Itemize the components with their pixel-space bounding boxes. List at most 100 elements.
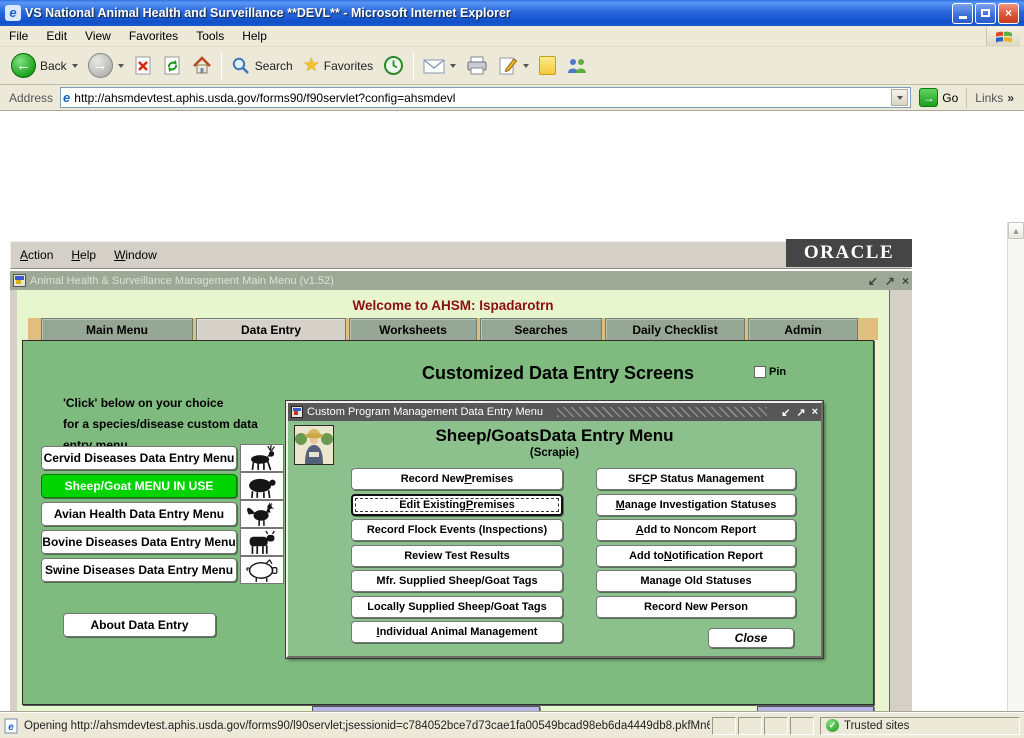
print-button[interactable]	[461, 50, 493, 82]
mdi-minimize-icon[interactable]: ↙	[868, 274, 878, 288]
dialog-minimize-icon[interactable]: ↙	[781, 406, 790, 419]
mdi-restore-icon[interactable]: ↗	[885, 274, 895, 288]
swine-menu-button[interactable]: Swine Diseases Data Entry Menu	[41, 558, 237, 582]
mail-dropdown-icon[interactable]	[450, 64, 456, 68]
favorites-button[interactable]: ★ Favorites	[298, 50, 378, 82]
pin-checkbox[interactable]	[754, 366, 766, 378]
menu-window[interactable]: Window	[105, 248, 166, 262]
edit-icon	[498, 56, 518, 76]
back-icon: ←	[11, 53, 36, 78]
pin-control[interactable]: Pin	[754, 366, 786, 378]
mdi-close-icon[interactable]: ×	[902, 274, 909, 288]
stop-icon	[134, 56, 153, 76]
search-button[interactable]: Search	[226, 50, 298, 82]
mail-button[interactable]	[418, 50, 461, 82]
forward-button[interactable]: →	[83, 50, 129, 82]
dialog-close-button[interactable]: Close	[708, 628, 794, 648]
dialog-restore-icon[interactable]: ↗	[796, 406, 805, 419]
menu-edit[interactable]: Edit	[37, 29, 76, 43]
minimize-button[interactable]	[952, 3, 973, 24]
locally-supplied-tags-button[interactable]: Locally Supplied Sheep/Goat Tags	[351, 596, 563, 618]
history-button[interactable]	[378, 50, 409, 82]
close-button[interactable]: ×	[998, 3, 1019, 24]
manage-investigation-statuses-button[interactable]: Manage Investigation Statuses	[596, 494, 796, 516]
messenger-button[interactable]	[561, 50, 593, 82]
menu-tools[interactable]: Tools	[187, 29, 233, 43]
bovine-menu-button[interactable]: Bovine Diseases Data Entry Menu	[41, 530, 237, 554]
deer-icon	[240, 444, 284, 472]
pin-label: Pin	[769, 366, 786, 378]
back-label: Back	[40, 59, 67, 73]
form-canvas: Welcome to AHSM: Ispadarotrn Main Menu D…	[17, 290, 890, 738]
menu-oracle-help[interactable]: Help	[62, 248, 105, 262]
toolbar-separator	[413, 52, 414, 80]
stop-button[interactable]	[129, 50, 158, 82]
menu-action[interactable]: Action	[11, 248, 62, 262]
data-entry-panel: Customized Data Entry Screens Pin 'Click…	[22, 340, 874, 705]
links-button[interactable]: Links »	[966, 88, 1022, 108]
scroll-up-icon[interactable]: ▲	[1008, 222, 1024, 239]
record-flock-events-button[interactable]: Record Flock Events (Inspections)	[351, 519, 563, 541]
individual-animal-management-button[interactable]: Individual Animal Management	[351, 621, 563, 643]
form-window-icon	[13, 274, 26, 287]
address-page-icon: e	[63, 90, 70, 105]
vertical-scrollbar[interactable]: ▲ ▼	[1007, 222, 1024, 738]
tab-admin[interactable]: Admin	[748, 318, 858, 340]
notes-button[interactable]	[534, 50, 561, 82]
refresh-button[interactable]	[158, 50, 187, 82]
tab-data-entry[interactable]: Data Entry	[196, 318, 346, 340]
tab-searches[interactable]: Searches	[480, 318, 602, 340]
edit-existing-premises-button[interactable]: Edit Existing Premises	[351, 494, 563, 516]
loading-page-icon: e	[4, 718, 19, 734]
minimize-icon	[959, 16, 967, 19]
sheep-goat-dialog: Custom Program Management Data Entry Men…	[286, 401, 823, 658]
dialog-drag-pattern[interactable]	[557, 407, 767, 417]
back-button[interactable]: ← Back	[6, 50, 83, 82]
mdi-titlebar[interactable]: Animal Health & Surveillance Management …	[10, 271, 912, 290]
favorites-label: Favorites	[324, 59, 373, 73]
address-dropdown-button[interactable]	[891, 89, 908, 106]
address-input[interactable]: e http://ahsmdevtest.aphis.usda.gov/form…	[60, 87, 911, 108]
dialog-titlebar[interactable]: Custom Program Management Data Entry Men…	[288, 403, 821, 421]
add-to-notification-report-button[interactable]: Add to Notification Report	[596, 545, 796, 567]
menu-view[interactable]: View	[76, 29, 120, 43]
maximize-button[interactable]	[975, 3, 996, 24]
review-test-results-button[interactable]: Review Test Results	[351, 545, 563, 567]
mail-icon	[423, 57, 445, 75]
record-new-person-button[interactable]: Record New Person	[596, 596, 796, 618]
back-dropdown-icon[interactable]	[72, 64, 78, 68]
dialog-close-icon[interactable]: ×	[812, 406, 818, 419]
tab-daily-checklist[interactable]: Daily Checklist	[605, 318, 745, 340]
ie-statusbar: e Opening http://ahsmdevtest.aphis.usda.…	[0, 712, 1024, 738]
about-data-entry-button[interactable]: About Data Entry	[63, 613, 216, 637]
go-button[interactable]: → Go	[911, 88, 966, 107]
statusbar-pane	[712, 717, 736, 735]
welcome-text: Welcome to AHSM: Ispadarotrn	[17, 298, 889, 313]
edit-dropdown-icon[interactable]	[523, 64, 529, 68]
tab-main-menu[interactable]: Main Menu	[41, 318, 193, 340]
home-button[interactable]	[187, 50, 217, 82]
manage-old-statuses-button[interactable]: Manage Old Statuses	[596, 570, 796, 592]
cervid-menu-button[interactable]: Cervid Diseases Data Entry Menu	[41, 446, 237, 470]
oracle-logo: ORACLE	[786, 239, 912, 267]
menu-help[interactable]: Help	[233, 29, 276, 43]
window-titlebar[interactable]: e VS National Animal Health and Surveill…	[0, 0, 1024, 26]
sheep-goat-menu-button[interactable]: Sheep/Goat MENU IN USE	[41, 474, 237, 498]
record-new-premises-button[interactable]: Record New Premises	[351, 468, 563, 490]
mfr-supplied-tags-button[interactable]: Mfr. Supplied Sheep/Goat Tags	[351, 570, 563, 592]
edit-button[interactable]	[493, 50, 534, 82]
pig-icon	[240, 556, 284, 584]
avian-menu-button[interactable]: Avian Health Data Entry Menu	[41, 502, 237, 526]
dialog-window-icon	[291, 406, 303, 418]
menu-favorites[interactable]: Favorites	[120, 29, 187, 43]
menu-file[interactable]: File	[0, 29, 37, 43]
browser-toolbar: ← Back → Search ★ Favorites	[0, 47, 1024, 85]
tab-worksheets[interactable]: Worksheets	[349, 318, 477, 340]
dialog-subheading: (Scrapie)	[288, 447, 821, 459]
forward-dropdown-icon[interactable]	[118, 64, 124, 68]
address-url[interactable]: http://ahsmdevtest.aphis.usda.gov/forms9…	[74, 91, 887, 105]
browser-window: e VS National Animal Health and Surveill…	[0, 0, 1024, 738]
sfcp-status-management-button[interactable]: SFCP Status Management	[596, 468, 796, 490]
add-to-noncom-report-button[interactable]: Add to Noncom Report	[596, 519, 796, 541]
page-body: Action Help Window ORACLE Animal Health …	[0, 111, 1024, 712]
